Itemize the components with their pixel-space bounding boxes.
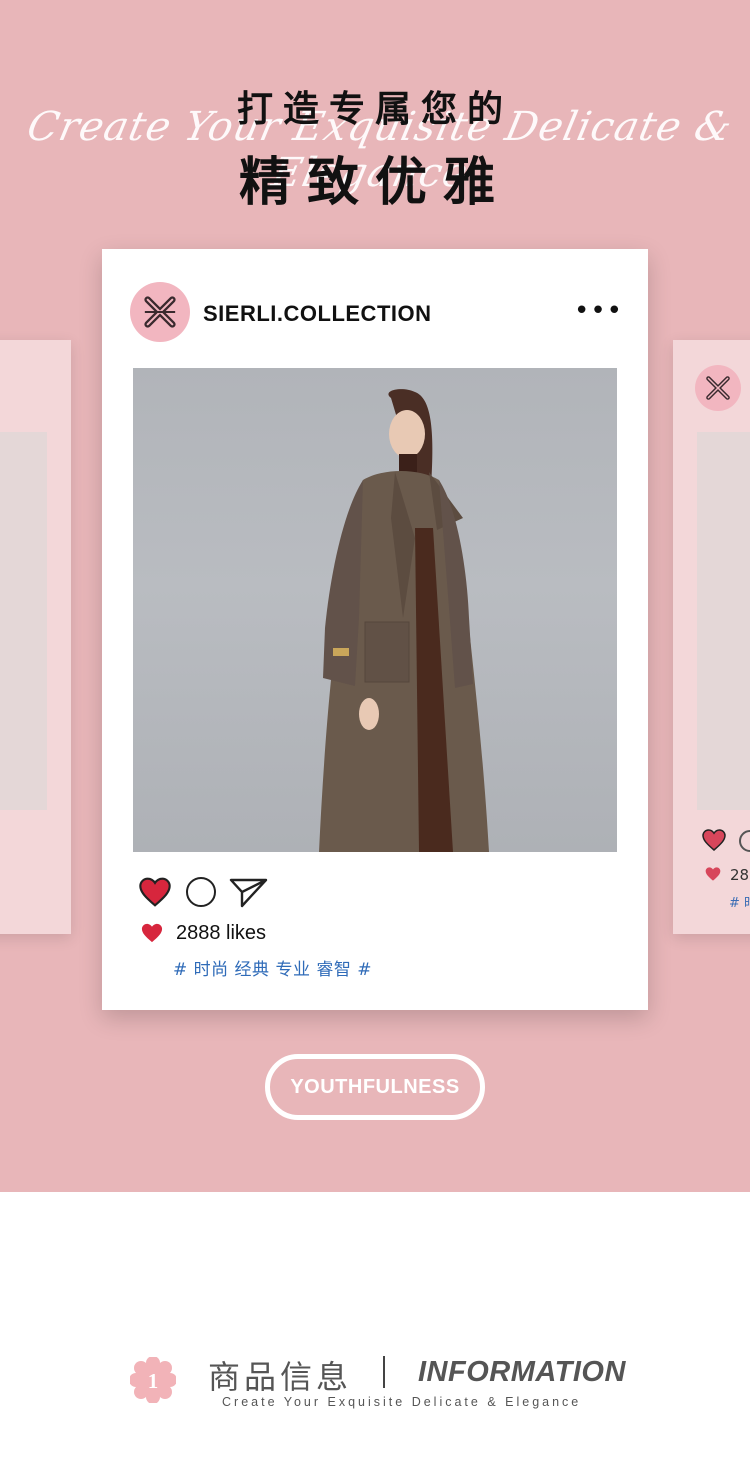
- section-subtitle: Create Your Exquisite Delicate & Eleganc…: [222, 1395, 582, 1409]
- side-card-likes: 288: [730, 866, 750, 884]
- side-card-right-image: [697, 432, 750, 810]
- likes-count[interactable]: 2888 likes: [176, 922, 266, 945]
- interlocked-x-logo-icon: [144, 296, 176, 328]
- section-title-cn: 商品信息: [208, 1358, 353, 1396]
- page-title-main: 精致优雅: [238, 153, 511, 213]
- side-card-right[interactable]: 288 # 时: [673, 340, 750, 934]
- heart-icon: [141, 923, 163, 943]
- post-card: SIERLI.COLLECTION ••• 2888 likes # 时尚 经典…: [102, 249, 648, 1010]
- section-number: 1: [148, 1369, 159, 1393]
- hero-banner: Create Your Exquisite Delicate & Eleganc…: [0, 0, 750, 1192]
- more-dots-icon[interactable]: •••: [574, 298, 623, 324]
- youthfulness-button[interactable]: YOUTHFULNESS: [265, 1054, 485, 1120]
- flower-number-badge-icon: 1: [130, 1357, 176, 1403]
- youthfulness-button-label: YOUTHFULNESS: [290, 1075, 460, 1098]
- comment-icon[interactable]: [186, 877, 216, 907]
- heart-icon[interactable]: [701, 828, 727, 852]
- comment-icon[interactable]: [739, 830, 750, 852]
- page-title-top: 打造专属您的: [236, 89, 513, 130]
- section-title-en: INFORMATION: [418, 1356, 626, 1388]
- post-photo[interactable]: [133, 368, 617, 852]
- heart-icon: [705, 867, 721, 881]
- paper-plane-icon[interactable]: [229, 877, 269, 909]
- avatar[interactable]: [130, 282, 190, 342]
- account-name[interactable]: SIERLI.COLLECTION: [203, 301, 432, 327]
- side-card-left-image: [0, 432, 47, 810]
- interlocked-x-logo-icon: [706, 376, 730, 400]
- side-card-avatar: [695, 365, 741, 411]
- model-coat-illustration: [319, 389, 489, 852]
- section-divider: [383, 1356, 385, 1388]
- side-card-left[interactable]: [0, 340, 71, 934]
- side-card-hashtags: # 时: [729, 896, 750, 911]
- post-hashtags[interactable]: # 时尚 经典 专业 睿智 #: [173, 955, 372, 980]
- heart-icon[interactable]: [137, 876, 173, 908]
